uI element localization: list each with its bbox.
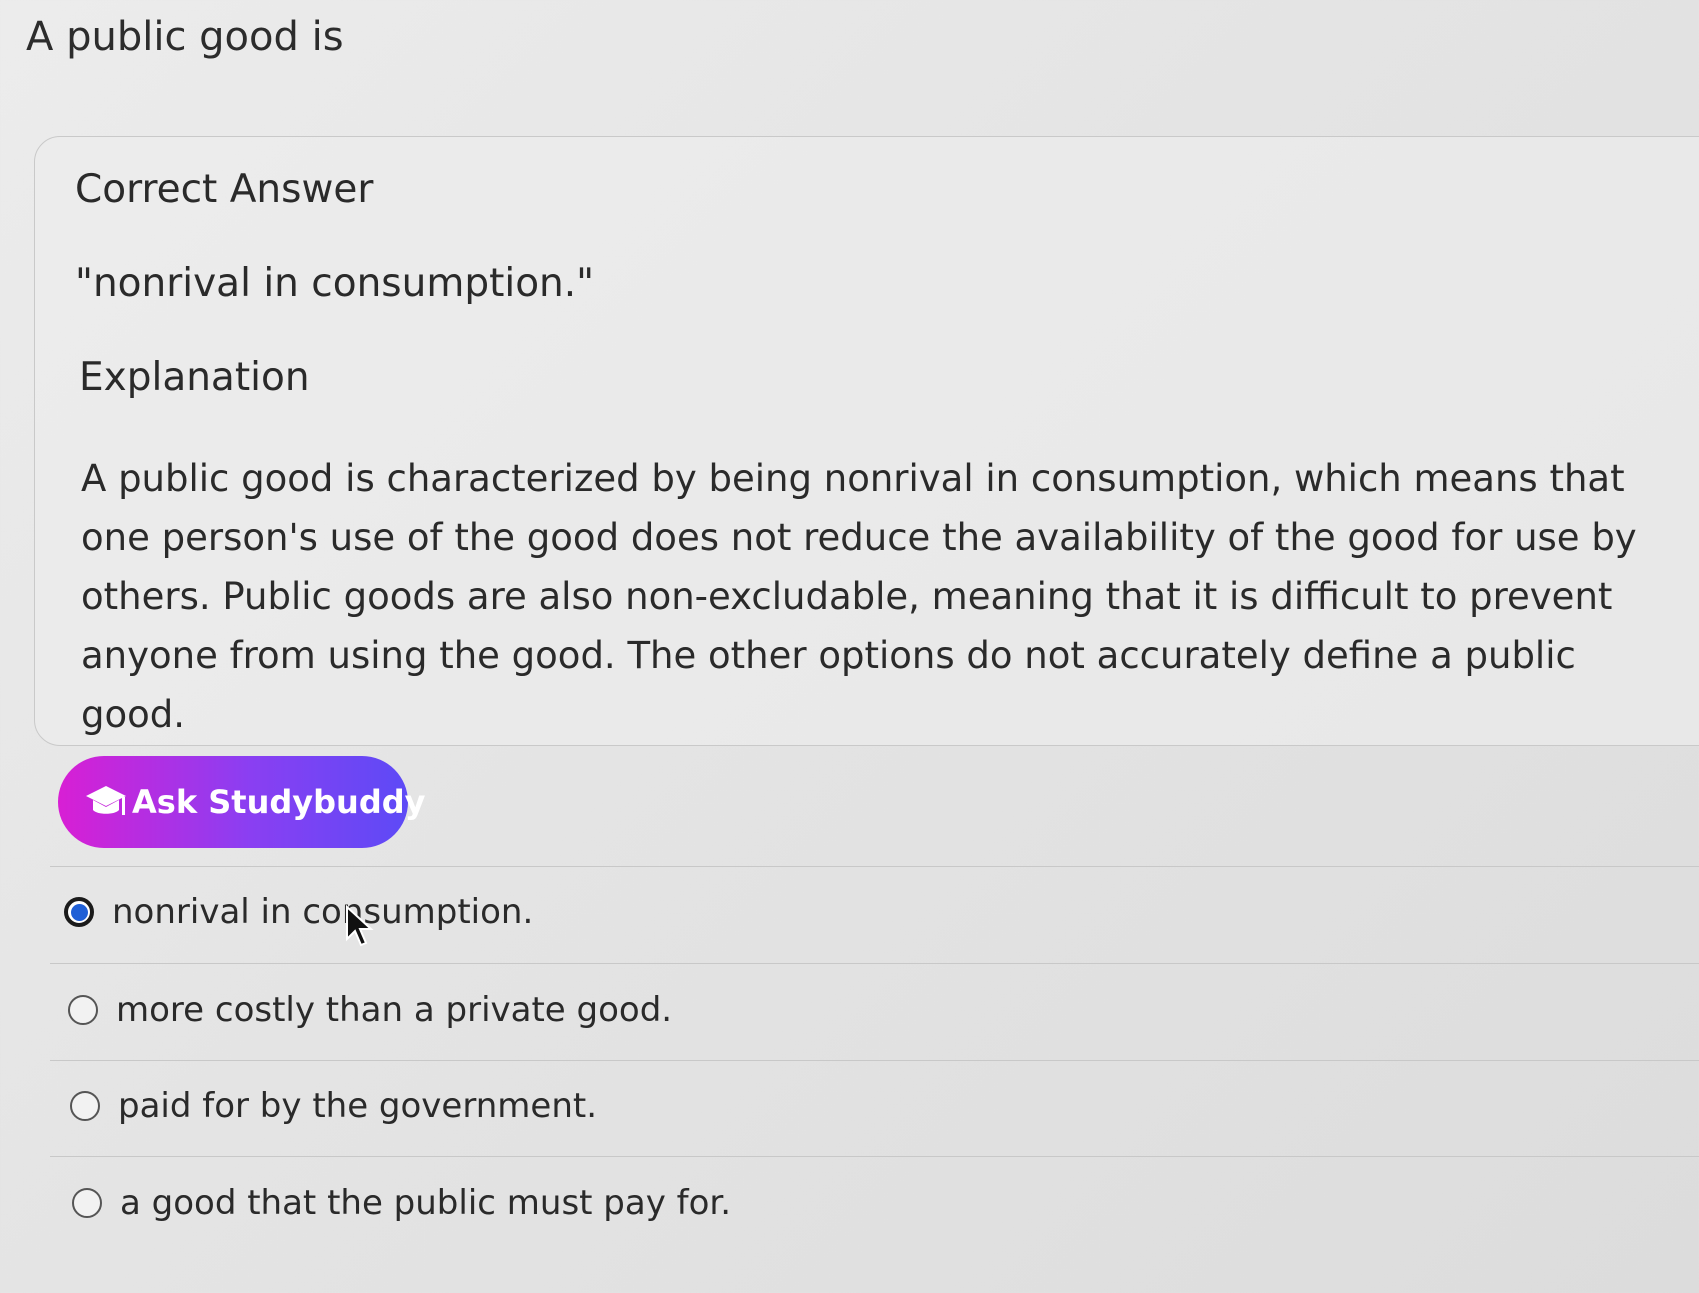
radio-unselected[interactable] — [68, 995, 98, 1025]
explanation-heading: Explanation — [79, 355, 310, 400]
divider — [50, 1156, 1699, 1157]
option-label: a good that the public must pay for. — [120, 1183, 732, 1223]
graduation-cap-icon — [84, 782, 130, 822]
divider — [50, 963, 1699, 964]
option-public-must-pay[interactable]: a good that the public must pay for. — [72, 1183, 731, 1223]
explanation-body: A public good is characterized by being … — [81, 457, 1637, 736]
question-title: A public good is — [26, 14, 344, 60]
radio-unselected[interactable] — [72, 1188, 102, 1218]
option-label: more costly than a private good. — [116, 990, 673, 1030]
radio-selected[interactable] — [64, 897, 94, 927]
option-label: nonrival in consumption. — [112, 892, 534, 932]
divider — [50, 1060, 1699, 1061]
option-nonrival[interactable]: nonrival in consumption. — [64, 892, 533, 932]
mouse-cursor-icon — [346, 905, 374, 947]
option-paid-by-government[interactable]: paid for by the government. — [70, 1086, 597, 1126]
answer-card: Correct Answer "nonrival in consumption.… — [34, 136, 1699, 746]
option-more-costly[interactable]: more costly than a private good. — [68, 990, 672, 1030]
ask-studybuddy-button[interactable]: Ask Studybuddy — [58, 756, 425, 848]
correct-answer-heading: Correct Answer — [75, 167, 374, 212]
option-label: paid for by the government. — [118, 1086, 598, 1126]
radio-unselected[interactable] — [70, 1091, 100, 1121]
correct-answer-value: "nonrival in consumption." — [75, 261, 595, 306]
divider — [50, 866, 1699, 867]
ask-studybuddy-label: Ask Studybuddy — [132, 783, 426, 821]
